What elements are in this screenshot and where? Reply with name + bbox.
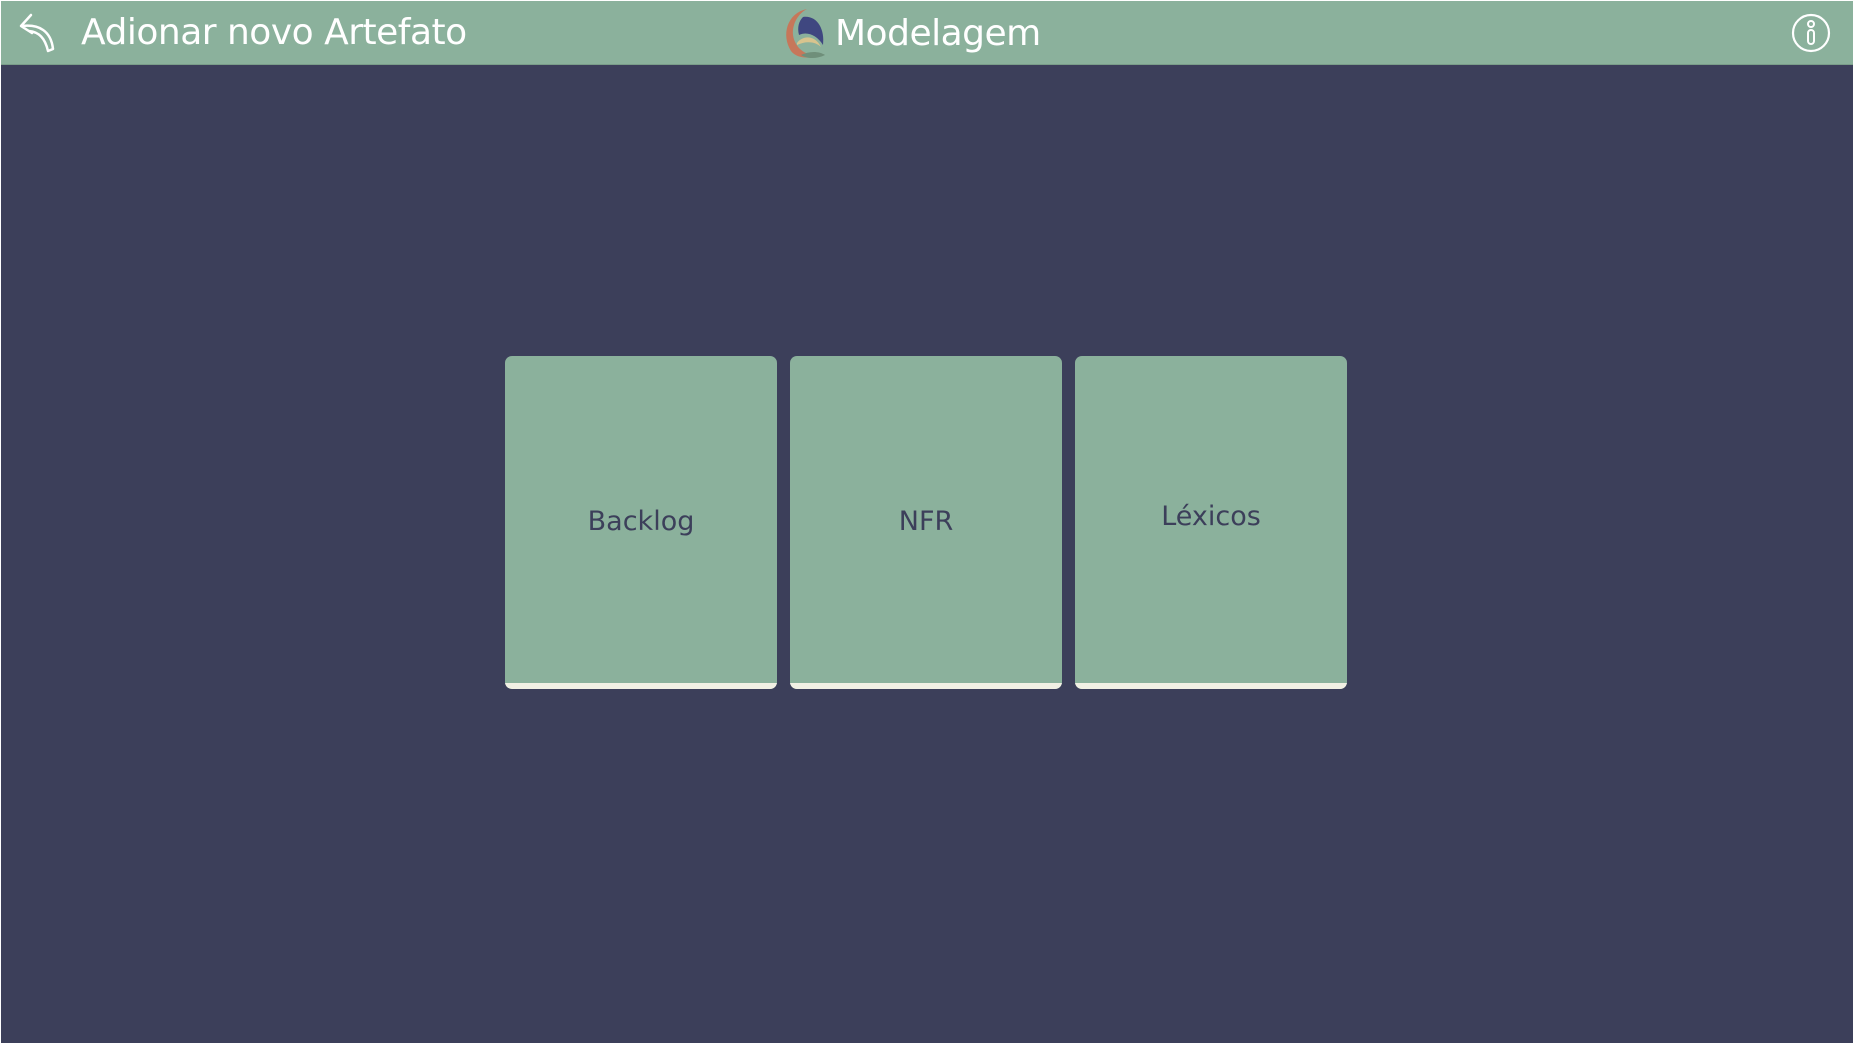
card-label: Backlog [587, 506, 695, 537]
page-title: Adionar novo Artefato [81, 12, 467, 53]
card-backlog[interactable]: Backlog [505, 356, 777, 689]
card-label: NFR [898, 506, 954, 537]
card-label: Léxicos [1161, 501, 1261, 532]
app-name: Modelagem [835, 12, 1041, 54]
info-icon [1791, 13, 1831, 53]
brand: Modelagem [777, 5, 1041, 61]
header-bar: Adionar novo Artefato Modelagem [1, 1, 1853, 65]
back-arrow-icon [19, 13, 55, 53]
card-nfr[interactable]: NFR [790, 356, 1062, 689]
info-button[interactable] [1791, 13, 1831, 53]
app-logo-icon [786, 9, 825, 58]
back-button[interactable] [17, 11, 61, 55]
artifact-options: Backlog NFR Léxicos [505, 356, 1347, 689]
app-screen: Adionar novo Artefato Modelagem Backlog … [1, 1, 1853, 1043]
card-lexicos[interactable]: Léxicos [1075, 356, 1347, 689]
